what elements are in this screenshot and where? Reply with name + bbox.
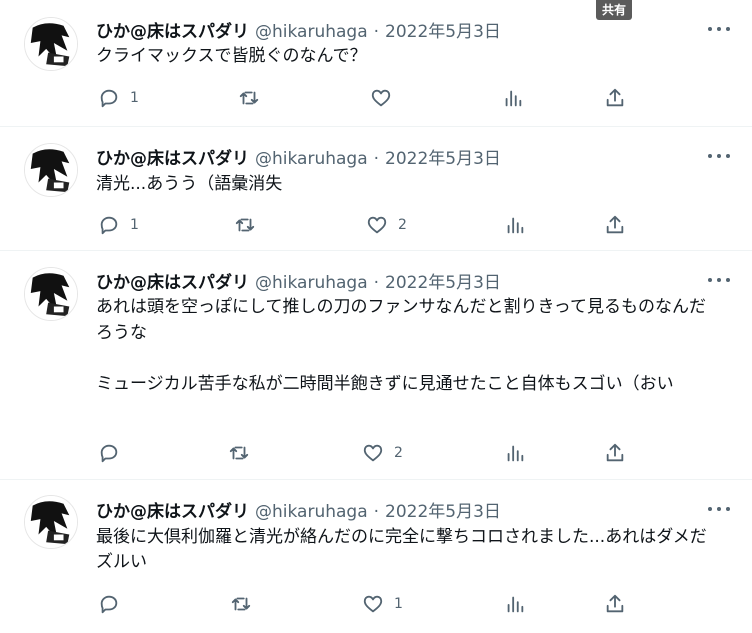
more-options-icon[interactable] xyxy=(708,149,730,163)
tweet-date[interactable]: 2022年5月3日 xyxy=(385,17,501,42)
views-button[interactable] xyxy=(504,441,536,465)
reply-icon xyxy=(100,89,118,108)
retweet-button[interactable] xyxy=(234,213,266,237)
avatar[interactable] xyxy=(24,495,78,549)
retweet-button[interactable] xyxy=(230,592,262,616)
retweet-button[interactable] xyxy=(238,86,270,110)
separator: · xyxy=(373,502,380,522)
like-button[interactable]: 2 xyxy=(362,441,403,465)
share-button[interactable] xyxy=(604,213,626,237)
tweet-actions: 1 2 xyxy=(96,213,636,237)
reply-count: 1 xyxy=(130,217,139,233)
retweet-icon xyxy=(231,597,251,611)
tweet-text: 最後に大倶利伽羅と清光が絡んだのに完全に撃ちコロされました...あれはダメだズル… xyxy=(96,527,707,572)
reply-icon xyxy=(100,216,118,235)
retweet-icon xyxy=(235,218,255,232)
heart-icon xyxy=(371,89,391,107)
tweet-actions: 2 xyxy=(96,441,636,465)
like-count: 2 xyxy=(398,217,407,233)
display-name[interactable]: ひか@床はスパダリ xyxy=(96,144,249,169)
views-button[interactable] xyxy=(502,86,534,110)
avatar-image-icon xyxy=(25,18,77,70)
share-icon xyxy=(606,594,624,613)
user-handle[interactable]: @hikaruhaga xyxy=(255,502,368,522)
like-count: 2 xyxy=(394,445,403,461)
share-button[interactable] xyxy=(604,441,626,465)
heart-icon xyxy=(363,595,383,613)
views-button[interactable] xyxy=(504,213,536,237)
analytics-icon xyxy=(507,445,524,462)
tweet-text: あれは頭を空っぽにして推しの刀のファンサなんだと割りきって見るものなんだろうな … xyxy=(96,297,706,394)
share-icon xyxy=(606,88,624,107)
share-icon xyxy=(606,443,624,462)
avatar-image-icon xyxy=(25,268,77,320)
share-button[interactable] xyxy=(604,592,626,616)
tweet[interactable]: ひか@床はスパダリ @hikaruhaga · 2022年5月3日 清光...あ… xyxy=(0,127,752,251)
analytics-icon xyxy=(507,217,524,234)
like-button[interactable]: 1 xyxy=(362,592,403,616)
user-handle[interactable]: @hikaruhaga xyxy=(255,273,368,293)
views-button[interactable] xyxy=(504,592,536,616)
display-name[interactable]: ひか@床はスパダリ xyxy=(96,268,249,293)
tweet-text: 清光...あうう（語彙消失 xyxy=(96,174,283,194)
tweet-actions: 1 xyxy=(96,86,636,110)
tweet-actions: 1 xyxy=(96,592,636,616)
tweet-header: ひか@床はスパダリ @hikaruhaga · 2022年5月3日 xyxy=(96,268,501,293)
heart-icon xyxy=(367,216,387,234)
separator: · xyxy=(373,273,380,293)
like-button[interactable] xyxy=(370,86,402,110)
reply-icon xyxy=(100,444,118,463)
tweet[interactable]: ひか@床はスパダリ @hikaruhaga · 2022年5月3日 クライマック… xyxy=(0,0,752,127)
reply-icon xyxy=(100,595,118,614)
share-icon xyxy=(606,215,624,234)
tweet-text: クライマックスで皆脱ぐのなんで？ xyxy=(96,46,367,66)
display-name[interactable]: ひか@床はスパダリ xyxy=(96,497,249,522)
avatar-image-icon xyxy=(25,144,77,196)
separator: · xyxy=(373,22,380,42)
avatar[interactable] xyxy=(24,143,78,197)
separator: · xyxy=(373,149,380,169)
share-badge: 共有 xyxy=(596,0,633,20)
tweet-date[interactable]: 2022年5月3日 xyxy=(385,144,501,169)
reply-button[interactable] xyxy=(98,592,130,616)
user-handle[interactable]: @hikaruhaga xyxy=(255,149,368,169)
more-options-icon[interactable] xyxy=(708,502,730,516)
reply-count: 1 xyxy=(130,90,139,106)
heart-icon xyxy=(363,444,383,462)
reply-button[interactable]: 1 xyxy=(98,213,139,237)
tweet-header: ひか@床はスパダリ @hikaruhaga · 2022年5月3日 xyxy=(96,497,501,522)
reply-button[interactable]: 1 xyxy=(98,86,139,110)
more-options-icon[interactable] xyxy=(708,22,730,36)
user-handle[interactable]: @hikaruhaga xyxy=(255,22,368,42)
avatar-image-icon xyxy=(25,496,77,548)
retweet-icon xyxy=(239,91,259,105)
tweet-header: ひか@床はスパダリ @hikaruhaga · 2022年5月3日 xyxy=(96,144,501,169)
more-options-icon[interactable] xyxy=(708,273,730,287)
avatar[interactable] xyxy=(24,17,78,71)
display-name[interactable]: ひか@床はスパダリ xyxy=(96,17,249,42)
tweet-date[interactable]: 2022年5月3日 xyxy=(385,497,501,522)
share-button[interactable] xyxy=(604,86,626,110)
tweet[interactable]: ひか@床はスパダリ @hikaruhaga · 2022年5月3日 あれは頭を空… xyxy=(0,251,752,480)
avatar[interactable] xyxy=(24,267,78,321)
like-count: 1 xyxy=(394,596,403,612)
tweet-date[interactable]: 2022年5月3日 xyxy=(385,268,501,293)
tweet-header: ひか@床はスパダリ @hikaruhaga · 2022年5月3日 xyxy=(96,17,501,42)
analytics-icon xyxy=(507,596,524,613)
tweet[interactable]: ひか@床はスパダリ @hikaruhaga · 2022年5月3日 最後に大倶利… xyxy=(0,480,752,633)
retweet-button[interactable] xyxy=(228,441,260,465)
analytics-icon xyxy=(505,90,522,107)
retweet-icon xyxy=(229,446,249,460)
reply-button[interactable] xyxy=(98,441,130,465)
like-button[interactable]: 2 xyxy=(366,213,407,237)
